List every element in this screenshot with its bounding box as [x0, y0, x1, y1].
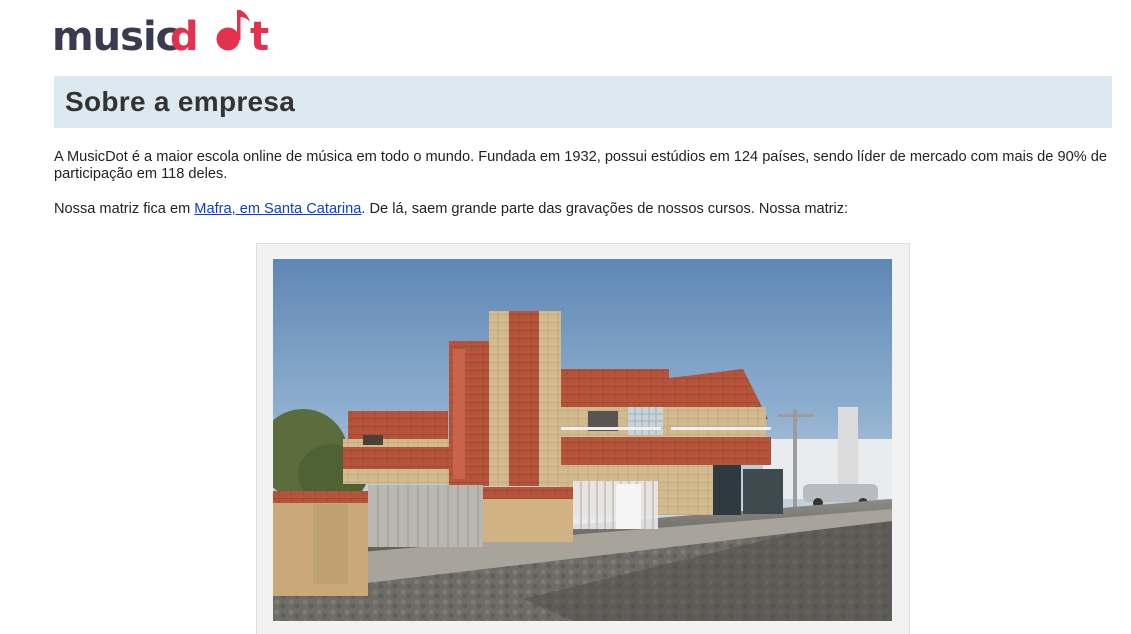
page: music d t Sobre a empresa A MusicDot é a…: [0, 0, 1131, 634]
headquarters-text-before: Nossa matriz fica em: [54, 201, 195, 217]
headquarters-photo: [273, 259, 892, 621]
logo-text-d: d: [170, 14, 199, 60]
logo-graphic: music d t: [52, 10, 269, 60]
intro-paragraph: A MusicDot é a maior escola online de mú…: [54, 149, 1107, 182]
logo-text-music: music: [52, 14, 178, 60]
music-note-icon: [216, 27, 240, 51]
page-title: Sobre a empresa: [65, 86, 296, 117]
headquarters-figure: [256, 243, 910, 634]
logo-text-t: t: [250, 14, 269, 60]
music-note-stem: [237, 10, 241, 40]
section-title-band: Sobre a empresa: [54, 76, 1112, 128]
building-image: [273, 259, 892, 621]
headquarters-paragraph: Nossa matriz fica em Mafra, em Santa Cat…: [54, 201, 1114, 218]
musicdot-logo[interactable]: music d t: [52, 4, 282, 60]
headquarters-text-after: . De lá, saem grande parte das gravações…: [361, 201, 849, 217]
music-note-flag: [240, 10, 250, 22]
mafra-location-link[interactable]: Mafra, em Santa Catarina: [194, 201, 361, 217]
